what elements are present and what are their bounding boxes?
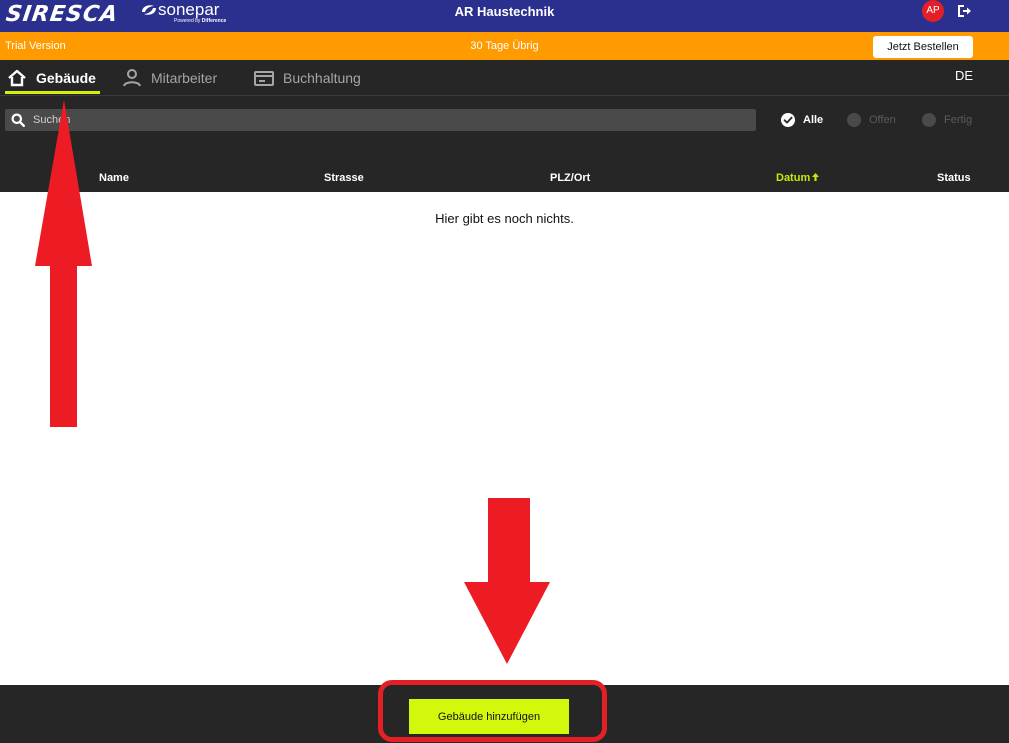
column-header-plz-ort[interactable]: PLZ/Ort	[550, 172, 590, 184]
logout-icon[interactable]	[956, 3, 972, 19]
filter-fertig-label: Fertig	[944, 114, 973, 126]
column-header-strasse[interactable]: Strasse	[324, 172, 364, 184]
siresca-logo: SIRESCA	[4, 2, 120, 27]
column-header-name[interactable]: Name	[99, 172, 129, 184]
search-icon	[11, 113, 25, 127]
person-icon	[123, 68, 141, 86]
tab-gebaeude[interactable]: Gebäude	[6, 60, 96, 95]
arrow-up-icon	[812, 173, 820, 181]
column-header-status[interactable]: Status	[937, 172, 971, 184]
tab-buchhaltung-label: Buchhaltung	[283, 69, 361, 86]
top-header: SIRESCA sonepar Powered by Difference AR…	[0, 0, 1009, 32]
search-input[interactable]	[33, 109, 748, 131]
empty-state-message: Hier gibt es noch nichts.	[435, 211, 574, 226]
filter-alle-label: Alle	[803, 114, 824, 126]
language-selector[interactable]: DE	[955, 68, 973, 83]
sonepar-tagline: Powered by Difference	[174, 18, 227, 24]
active-tab-indicator	[5, 91, 100, 94]
nav-tabs: Gebäude Mitarbeiter Buchhaltung	[0, 60, 1009, 96]
radio-circle-icon	[922, 113, 936, 127]
trial-days-left: 30 Tage Übrig	[470, 40, 539, 52]
home-icon	[8, 69, 26, 86]
column-header-datum[interactable]: Datum	[776, 172, 820, 184]
tab-mitarbeiter-label: Mitarbeiter	[151, 69, 218, 86]
down-arrow	[464, 498, 550, 664]
user-avatar[interactable]: AP	[922, 0, 944, 22]
trial-version-label: Trial Version	[5, 40, 66, 52]
filter-alle[interactable]: Alle	[781, 113, 823, 127]
filter-fertig[interactable]: Fertig	[922, 113, 972, 127]
tab-buchhaltung[interactable]: Buchhaltung	[253, 60, 361, 95]
check-circle-icon	[781, 113, 795, 127]
radio-circle-icon	[847, 113, 861, 127]
filter-offen[interactable]: Offen	[847, 113, 896, 127]
tab-mitarbeiter[interactable]: Mitarbeiter	[121, 60, 217, 95]
tab-gebaeude-label: Gebäude	[36, 69, 96, 86]
wallet-icon	[254, 70, 274, 86]
sonepar-wordmark: sonepar	[158, 0, 220, 19]
sonepar-mark-icon	[142, 5, 156, 15]
order-now-button[interactable]: Jetzt Bestellen	[873, 36, 973, 58]
trial-bar: Trial Version 30 Tage Übrig	[0, 32, 1009, 60]
filter-offen-label: Offen	[869, 114, 896, 126]
column-header-datum-label: Datum	[776, 172, 811, 184]
add-building-button[interactable]: Gebäude hinzufügen	[409, 699, 569, 734]
search-bar[interactable]	[5, 109, 756, 131]
